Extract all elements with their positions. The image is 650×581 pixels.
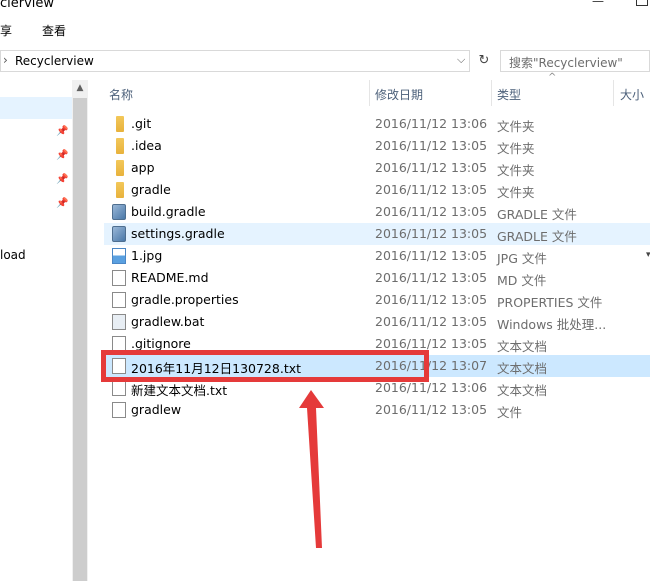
annotation-arrow — [299, 390, 324, 548]
